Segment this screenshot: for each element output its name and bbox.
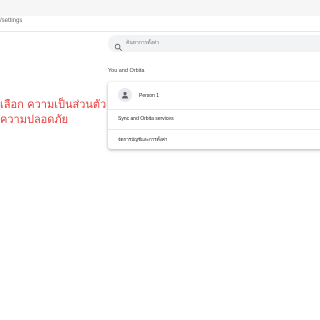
- manage-account-row[interactable]: จัดการบัญชีและการตั้งค่า: [108, 129, 320, 149]
- address-text: /settings: [0, 18, 23, 24]
- manage-account-label: จัดการบัญชีและการตั้งค่า: [118, 137, 168, 142]
- profile-row[interactable]: Person 1: [108, 82, 320, 110]
- browser-toolbar: [0, 0, 320, 17]
- sync-services-row[interactable]: Sync and Orbita services: [108, 109, 320, 130]
- caption-line-2: ความปลอดภัย: [0, 113, 69, 126]
- address-bar[interactable]: /settings: [0, 16, 320, 32]
- search-icon: [114, 39, 123, 52]
- person-icon: [122, 91, 128, 99]
- caption-line-1: เลือก ความเป็นส่วนตัว: [0, 98, 107, 111]
- profile-name: Person 1: [139, 93, 160, 99]
- instruction-caption: เลือก ความเป็นส่วนตัว ความปลอดภัย: [0, 97, 112, 127]
- settings-card: Person 1 Sync and Orbita services จัดการ…: [108, 82, 320, 149]
- search-settings-box[interactable]: [108, 35, 320, 52]
- settings-page: /settings You and Orbita Person 1 Sync a…: [0, 0, 320, 320]
- avatar: [118, 88, 132, 102]
- search-input[interactable]: [126, 37, 316, 49]
- section-title: You and Orbita: [108, 68, 145, 74]
- sync-services-label: Sync and Orbita services: [118, 116, 174, 122]
